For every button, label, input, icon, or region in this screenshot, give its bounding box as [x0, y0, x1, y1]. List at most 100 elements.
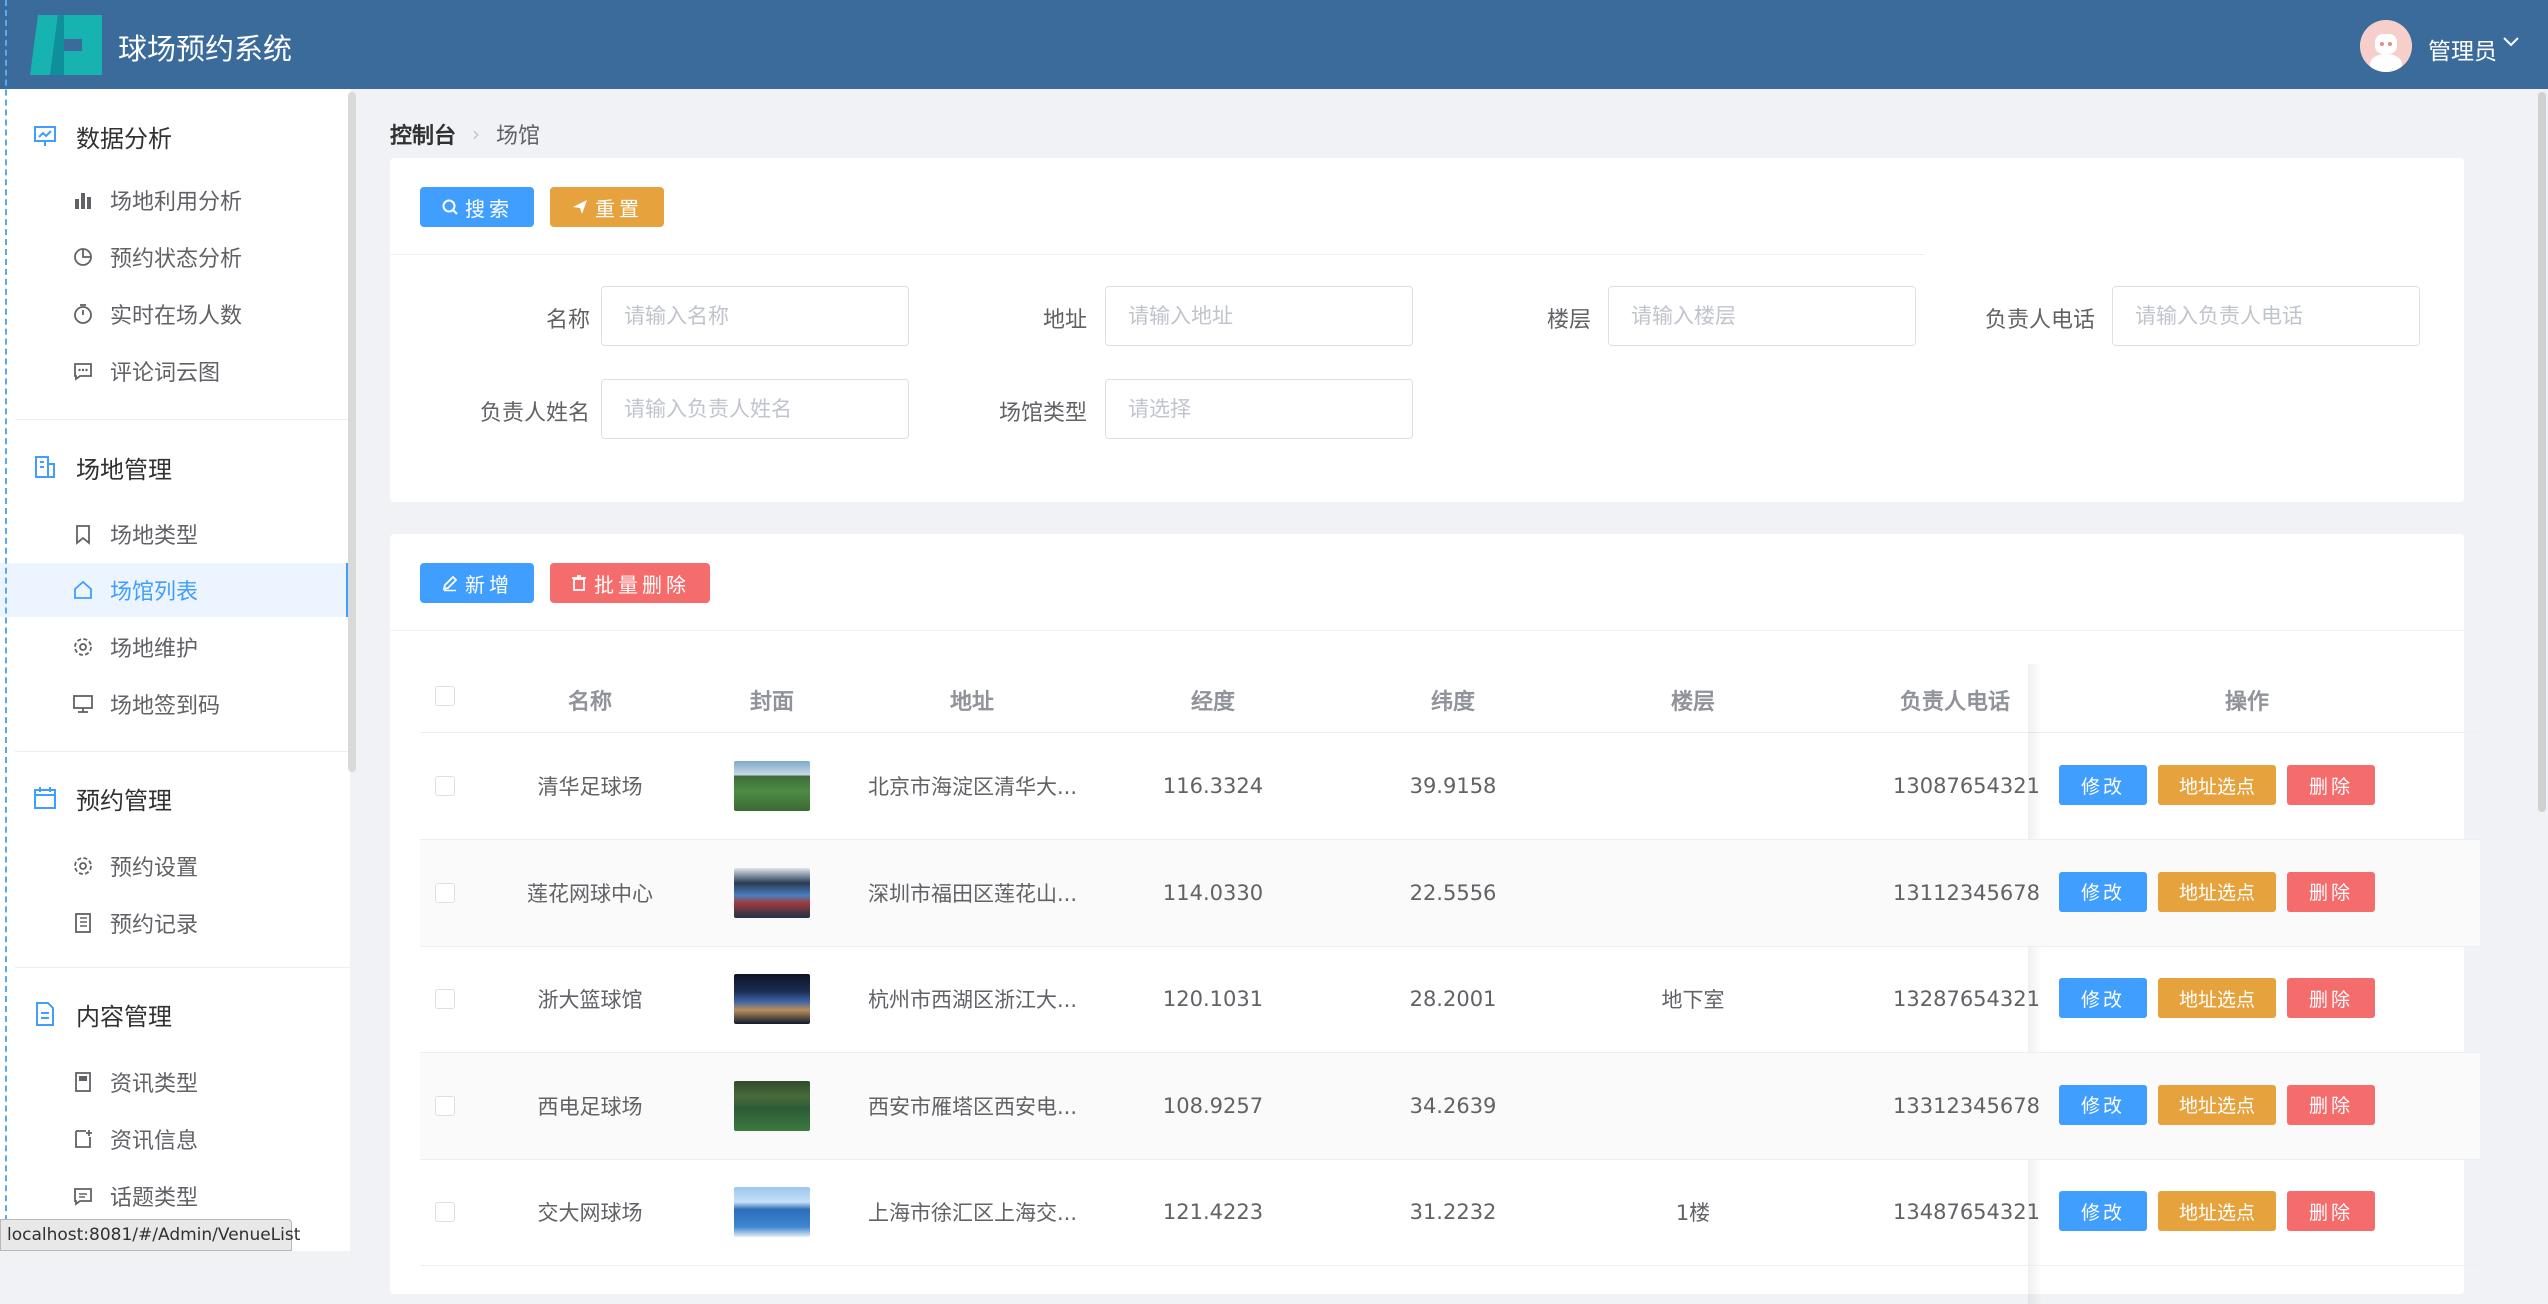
- col-header-cover: 封面: [749, 690, 794, 715]
- page-scrollbar[interactable]: [2538, 92, 2546, 812]
- sidebar-group-venue[interactable]: 场地管理: [32, 442, 172, 492]
- breadcrumb: 控制台 › 场馆: [390, 118, 540, 150]
- sidebar-divider: [15, 967, 350, 968]
- field-label-venue-type: 场馆类型: [998, 401, 1087, 426]
- gear-icon: [74, 638, 92, 656]
- cell-name: 浙大篮球馆: [537, 988, 643, 1012]
- row-checkbox[interactable]: [435, 776, 455, 796]
- cell-name: 莲花网球中心: [527, 881, 653, 906]
- name-search-input[interactable]: [601, 286, 909, 346]
- cell-phone: 13112345678: [1893, 880, 2040, 905]
- locate-address-button[interactable]: 地址选点: [2158, 978, 2276, 1018]
- reset-button[interactable]: 重置: [550, 187, 664, 227]
- chevron-right-icon: ›: [472, 122, 481, 146]
- sidebar-item-topic-types[interactable]: 话题类型: [72, 1169, 198, 1223]
- locate-address-button[interactable]: 地址选点: [2158, 1191, 2276, 1231]
- table-row: 莲花网球中心 深圳市福田区莲花山... 114.0330 22.5556 1311234…: [420, 839, 2480, 947]
- edit-button[interactable]: 修改: [2059, 1191, 2147, 1231]
- field-label-phone: 负责人电话: [1984, 308, 2095, 333]
- cell-lng: 108.9257: [1162, 1093, 1264, 1118]
- edit-button[interactable]: 修改: [2059, 871, 2147, 912]
- row-checkbox[interactable]: [435, 1202, 455, 1222]
- chevron-down-icon[interactable]: [2500, 30, 2522, 52]
- batch-delete-button[interactable]: 批量删除: [550, 563, 710, 603]
- delete-button[interactable]: 删除: [2287, 871, 2375, 912]
- delete-button[interactable]: 删除: [2287, 978, 2375, 1018]
- monitor-icon: [73, 695, 93, 713]
- sidebar-group-content[interactable]: 内容管理: [32, 989, 172, 1039]
- sidebar-item-label: 预约状态分析: [110, 247, 243, 272]
- sidebar-group-label: 数据分析: [76, 124, 172, 153]
- sidebar-item-venue-list[interactable]: 场馆列表: [0, 563, 350, 617]
- sidebar-group-booking[interactable]: 预约管理: [32, 773, 172, 823]
- sidebar-item-news-types[interactable]: 资讯类型: [72, 1055, 198, 1109]
- delete-button[interactable]: 删除: [2287, 765, 2375, 805]
- sidebar-item-wordcloud[interactable]: 评论词云图: [72, 344, 220, 398]
- add-button[interactable]: 新增: [420, 563, 534, 603]
- sidebar-item-label: 话题类型: [110, 1186, 199, 1211]
- cell-phone: 13312345678: [1893, 1093, 2040, 1118]
- sidebar-item-maintenance[interactable]: 场地维护: [72, 620, 198, 674]
- sidebar-item-news-info[interactable]: 资讯信息: [72, 1112, 198, 1166]
- locate-address-button[interactable]: 地址选点: [2158, 871, 2276, 912]
- phone-search-input[interactable]: [2112, 286, 2420, 346]
- sidebar-item-realtime[interactable]: 实时在场人数: [72, 287, 242, 341]
- notebook-icon: [75, 913, 91, 933]
- cell-address: 西安市雁塔区西安电...: [868, 1094, 1078, 1119]
- select-all-checkbox[interactable]: [435, 686, 455, 706]
- sidebar-item-checkin-code[interactable]: 场地签到码: [72, 677, 220, 731]
- cell-cover: [732, 1053, 812, 1159]
- user-avatar[interactable]: [2360, 20, 2412, 72]
- edit-button[interactable]: 修改: [2059, 765, 2147, 805]
- col-header-floor: 楼层: [1670, 690, 1715, 715]
- breadcrumb-home[interactable]: 控制台: [390, 118, 456, 150]
- sidebar-item-booking-settings[interactable]: 预约设置: [72, 839, 198, 893]
- cell-floor: [1603, 1053, 1783, 1159]
- cell-address: 上海市徐汇区上海交...: [868, 1201, 1078, 1225]
- floor-search-input[interactable]: [1608, 286, 1916, 346]
- delete-button[interactable]: 删除: [2287, 1084, 2375, 1125]
- venue-cover-image: [734, 1187, 810, 1237]
- user-name[interactable]: 管理员: [2428, 32, 2497, 66]
- presentation-chart-icon: [34, 126, 56, 146]
- cell-cover: [732, 733, 812, 839]
- top-header: 球场预约系统 管理员: [0, 0, 2548, 89]
- breadcrumb-current: 场馆: [496, 124, 541, 149]
- edit-button[interactable]: 修改: [2059, 1084, 2147, 1125]
- sidebar-item-booking-records[interactable]: 预约记录: [72, 896, 198, 950]
- cell-lat: 39.9158: [1409, 774, 1497, 798]
- sidebar-scrollbar[interactable]: [348, 92, 356, 772]
- sidebar-item-label: 预约设置: [110, 856, 199, 881]
- sidebar-item-utilization[interactable]: 场地利用分析: [72, 173, 242, 227]
- edit-button[interactable]: 修改: [2059, 978, 2147, 1018]
- locate-address-button[interactable]: 地址选点: [2158, 765, 2276, 805]
- row-checkbox[interactable]: [435, 1095, 455, 1116]
- field-label-name: 名称: [545, 308, 590, 333]
- cell-name: 西电足球场: [537, 1094, 643, 1119]
- sidebar-item-venue-types[interactable]: 场地类型: [72, 507, 198, 561]
- cell-floor: [1603, 840, 1783, 946]
- field-label-floor: 楼层: [1546, 308, 1591, 333]
- manager-search-input[interactable]: [601, 379, 909, 439]
- sidebar-item-label: 预约记录: [110, 913, 199, 938]
- sidebar-item-label: 实时在场人数: [110, 304, 243, 329]
- locate-address-button[interactable]: 地址选点: [2158, 1084, 2276, 1125]
- sidebar-item-label: 场地签到码: [110, 694, 221, 719]
- cell-cover: [732, 946, 812, 1052]
- delete-button[interactable]: 删除: [2287, 1191, 2375, 1231]
- focus-outline: [5, 0, 7, 1251]
- sidebar-group-label: 预约管理: [76, 786, 172, 815]
- row-checkbox[interactable]: [435, 882, 455, 903]
- cell-address: 杭州市西湖区浙江大...: [868, 988, 1078, 1012]
- document-add-icon: [75, 1130, 92, 1148]
- sidebar-group-analysis[interactable]: 数据分析: [32, 111, 172, 161]
- search-button[interactable]: 搜索: [420, 187, 534, 227]
- venue-type-select[interactable]: [1105, 379, 1413, 439]
- row-checkbox[interactable]: [435, 989, 455, 1009]
- sidebar-item-status-analysis[interactable]: 预约状态分析: [72, 230, 242, 284]
- address-search-input[interactable]: [1105, 286, 1413, 346]
- pie-chart-icon: [74, 248, 92, 266]
- sidebar-item-label: 场地利用分析: [110, 190, 243, 215]
- cell-lat: 22.5556: [1409, 880, 1497, 905]
- app-logo-icon: [30, 15, 102, 75]
